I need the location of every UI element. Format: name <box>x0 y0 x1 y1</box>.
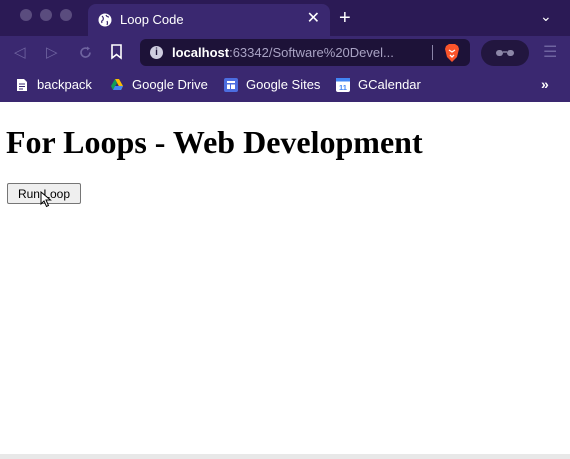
bookmarks-bar: backpack Google Drive Google Sites 11 GC… <box>0 70 570 102</box>
close-tab-icon[interactable]: ✕ <box>307 9 320 29</box>
google-sites-icon <box>224 78 238 92</box>
forward-button[interactable]: ▷ <box>46 44 58 62</box>
tab-strip: Loop Code ✕ + ⌄ <box>0 0 570 36</box>
private-window-badge[interactable] <box>481 40 529 66</box>
private-glasses-icon <box>496 50 514 56</box>
site-info-icon[interactable]: i <box>150 46 163 59</box>
browser-toolbar: ◁ ▷ i localhost:63342/Software%20Devel..… <box>0 36 570 70</box>
bookmark-label: GCalendar <box>358 77 421 92</box>
window-maximize-control[interactable] <box>60 9 72 21</box>
url-host: localhost <box>172 45 230 60</box>
google-drive-icon <box>111 79 123 90</box>
tab-loop-code[interactable]: Loop Code ✕ <box>88 4 330 36</box>
brave-shields-icon[interactable] <box>443 43 461 63</box>
bookmark-label: backpack <box>37 77 92 92</box>
calendar-day-number: 11 <box>339 83 347 92</box>
address-bar[interactable]: i localhost:63342/Software%20Devel... <box>140 39 470 66</box>
calendar-icon: 11 <box>336 78 350 92</box>
more-bookmarks-chevron-icon[interactable]: » <box>541 76 549 92</box>
back-button[interactable]: ◁ <box>14 44 26 62</box>
url-path: :63342/Software%20Devel... <box>229 45 394 60</box>
url-text[interactable]: localhost:63342/Software%20Devel... <box>172 45 432 60</box>
page-icon <box>17 79 27 91</box>
bookmark-label: Google Drive <box>132 77 208 92</box>
tab-list-chevron-icon[interactable]: ⌄ <box>540 8 552 25</box>
new-tab-button[interactable]: + <box>339 6 351 30</box>
globe-icon <box>98 13 112 27</box>
url-separator <box>432 45 433 60</box>
bookmark-page-icon[interactable] <box>110 44 123 60</box>
bookmark-label: Google Sites <box>246 77 321 92</box>
window-close-control[interactable] <box>20 9 32 21</box>
page-title: For Loops - Web Development <box>6 124 423 160</box>
main-menu-icon[interactable]: ☰ <box>543 42 557 62</box>
tab-title: Loop Code <box>120 12 184 27</box>
mouse-cursor-icon <box>40 191 52 208</box>
bottom-window-edge <box>0 454 570 459</box>
window-minimize-control[interactable] <box>40 9 52 21</box>
reload-icon[interactable] <box>78 45 93 60</box>
page-content: For Loops - Web Development Run Loop <box>0 102 570 454</box>
